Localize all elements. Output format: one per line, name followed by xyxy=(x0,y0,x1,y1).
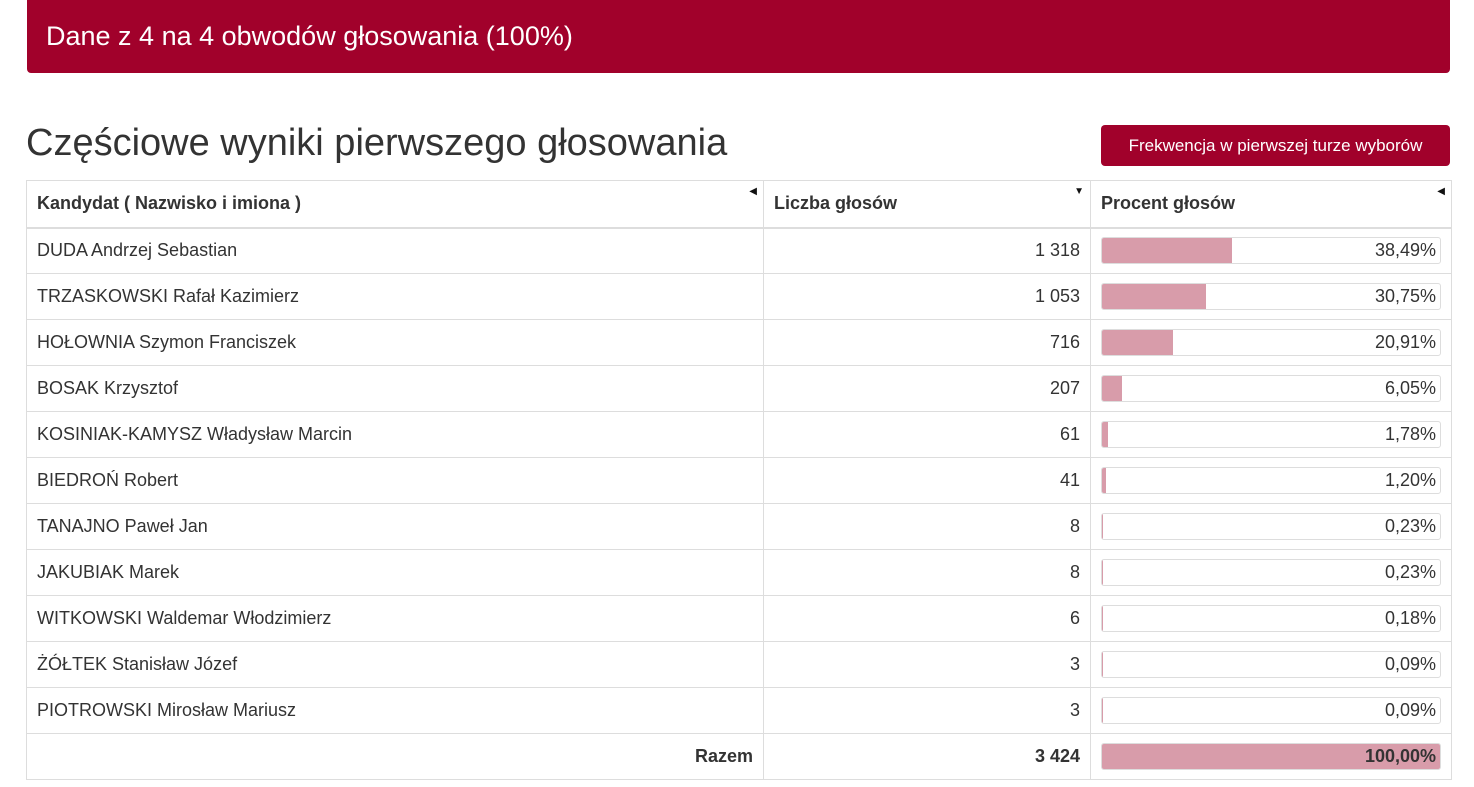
candidate-name: PIOTROWSKI Mirosław Mariusz xyxy=(26,687,764,734)
vote-count: 3 xyxy=(763,687,1091,734)
table-row: ŻÓŁTEK Stanisław Józef 3 0,09% xyxy=(26,641,1452,688)
percent-cell: 38,49% xyxy=(1090,227,1452,274)
sort-down-icon[interactable]: ▼ xyxy=(1074,187,1084,197)
percent-value: 100,00% xyxy=(1364,746,1436,766)
percent-value: 1,20% xyxy=(1384,470,1436,490)
percent-value: 0,23% xyxy=(1384,516,1436,536)
candidate-name: KOSINIAK-KAMYSZ Władysław Marcin xyxy=(26,411,764,458)
results-table: Kandydat ( Nazwisko i imiona ) ◀ Liczba … xyxy=(26,180,1452,780)
percent-bar: 38,49% xyxy=(1101,237,1441,265)
candidate-name: TANAJNO Paweł Jan xyxy=(26,503,764,550)
vote-count: 716 xyxy=(763,319,1091,366)
candidate-name: DUDA Andrzej Sebastian xyxy=(26,227,764,274)
percent-value: 38,49% xyxy=(1374,240,1436,261)
percent-bar-fill xyxy=(1102,238,1233,264)
percent-bar: 0,23% xyxy=(1101,559,1441,586)
percent-bar-fill xyxy=(1102,330,1173,355)
table-row: HOŁOWNIA Szymon Franciszek 716 20,91% xyxy=(26,319,1452,366)
vote-count: 207 xyxy=(763,365,1091,412)
percent-cell: 0,23% xyxy=(1090,503,1452,550)
table-header-row: Kandydat ( Nazwisko i imiona ) ◀ Liczba … xyxy=(26,180,1452,229)
column-header-votes[interactable]: Liczba głosów ▼ xyxy=(763,180,1091,229)
total-votes: 3 424 xyxy=(763,733,1091,780)
percent-cell: 0,09% xyxy=(1090,687,1452,734)
percent-cell: 1,20% xyxy=(1090,457,1452,504)
percent-bar-fill xyxy=(1102,468,1107,493)
percent-bar: 6,05% xyxy=(1101,375,1441,402)
candidate-name: WITKOWSKI Waldemar Włodzimierz xyxy=(26,595,764,642)
table-row: BIEDROŃ Robert 41 1,20% xyxy=(26,457,1452,504)
column-header-votes-label: Liczba głosów xyxy=(774,193,898,214)
percent-bar: 30,75% xyxy=(1101,283,1441,310)
percent-cell: 20,91% xyxy=(1090,319,1452,366)
percent-bar: 0,18% xyxy=(1101,605,1441,632)
page-title: Częściowe wyniki pierwszego głosowania xyxy=(26,122,728,164)
percent-value: 6,05% xyxy=(1384,378,1436,398)
candidate-name: HOŁOWNIA Szymon Franciszek xyxy=(26,319,764,366)
table-row: TRZASKOWSKI Rafał Kazimierz 1 053 30,75% xyxy=(26,273,1452,320)
table-row: KOSINIAK-KAMYSZ Władysław Marcin 61 1,78% xyxy=(26,411,1452,458)
table-row: TANAJNO Paweł Jan 8 0,23% xyxy=(26,503,1452,550)
candidate-name: BIEDROŃ Robert xyxy=(26,457,764,504)
column-header-percent[interactable]: Procent głosów ◀ xyxy=(1090,180,1452,229)
table-row: BOSAK Krzysztof 207 6,05% xyxy=(26,365,1452,412)
percent-bar: 0,09% xyxy=(1101,651,1441,678)
percent-bar-fill xyxy=(1102,560,1103,585)
percent-cell: 0,09% xyxy=(1090,641,1452,688)
percent-bar: 1,20% xyxy=(1101,467,1441,494)
percent-value: 20,91% xyxy=(1374,332,1436,352)
percent-value: 30,75% xyxy=(1374,286,1436,306)
percent-value: 0,18% xyxy=(1384,608,1436,628)
percent-cell: 0,18% xyxy=(1090,595,1452,642)
percent-cell: 0,23% xyxy=(1090,549,1452,596)
percent-cell: 6,05% xyxy=(1090,365,1452,412)
percent-bar-fill xyxy=(1102,376,1123,401)
column-header-percent-label: Procent głosów xyxy=(1101,193,1236,214)
percent-bar-fill xyxy=(1102,284,1206,309)
percent-value: 1,78% xyxy=(1384,424,1436,444)
percent-value: 0,09% xyxy=(1384,700,1436,720)
vote-count: 6 xyxy=(763,595,1091,642)
table-row: PIOTROWSKI Mirosław Mariusz 3 0,09% xyxy=(26,687,1452,734)
candidate-name: JAKUBIAK Marek xyxy=(26,549,764,596)
percent-bar-fill xyxy=(1102,514,1103,539)
candidate-name: BOSAK Krzysztof xyxy=(26,365,764,412)
percent-bar: 0,09% xyxy=(1101,697,1441,724)
vote-count: 1 053 xyxy=(763,273,1091,320)
percent-bar-fill xyxy=(1102,422,1109,447)
total-label: Razem xyxy=(26,733,764,780)
percent-bar: 100,00% xyxy=(1101,743,1441,770)
table-row: DUDA Andrzej Sebastian 1 318 38,49% xyxy=(26,227,1452,274)
sort-left-icon[interactable]: ◀ xyxy=(749,187,757,197)
table-row: JAKUBIAK Marek 8 0,23% xyxy=(26,549,1452,596)
percent-bar: 0,23% xyxy=(1101,513,1441,540)
percent-bar: 1,78% xyxy=(1101,421,1441,448)
turnout-button[interactable]: Frekwencja w pierwszej turze wyborów xyxy=(1101,125,1450,166)
percent-cell: 1,78% xyxy=(1090,411,1452,458)
candidate-name: ŻÓŁTEK Stanisław Józef xyxy=(26,641,764,688)
table-row: WITKOWSKI Waldemar Włodzimierz 6 0,18% xyxy=(26,595,1452,642)
total-row: Razem 3 424 100,00% xyxy=(26,733,1452,780)
data-coverage-banner: Dane z 4 na 4 obwodów głosowania (100%) xyxy=(27,0,1450,73)
total-percent-cell: 100,00% xyxy=(1090,733,1452,780)
candidate-name: TRZASKOWSKI Rafał Kazimierz xyxy=(26,273,764,320)
vote-count: 41 xyxy=(763,457,1091,504)
sort-left-icon[interactable]: ◀ xyxy=(1437,187,1445,197)
percent-value: 0,09% xyxy=(1384,654,1436,674)
percent-bar: 20,91% xyxy=(1101,329,1441,356)
column-header-candidate[interactable]: Kandydat ( Nazwisko i imiona ) ◀ xyxy=(26,180,764,229)
column-header-candidate-label: Kandydat ( Nazwisko i imiona ) xyxy=(37,193,302,214)
percent-value: 0,23% xyxy=(1384,562,1436,582)
results-body: DUDA Andrzej Sebastian 1 318 38,49% TRZASKO… xyxy=(26,227,1452,780)
percent-cell: 30,75% xyxy=(1090,273,1452,320)
banner-text: Dane z 4 na 4 obwodów głosowania (100%) xyxy=(46,21,573,51)
vote-count: 1 318 xyxy=(763,227,1091,274)
vote-count: 8 xyxy=(763,549,1091,596)
vote-count: 8 xyxy=(763,503,1091,550)
percent-bar-fill xyxy=(1102,606,1103,631)
vote-count: 3 xyxy=(763,641,1091,688)
vote-count: 61 xyxy=(763,411,1091,458)
